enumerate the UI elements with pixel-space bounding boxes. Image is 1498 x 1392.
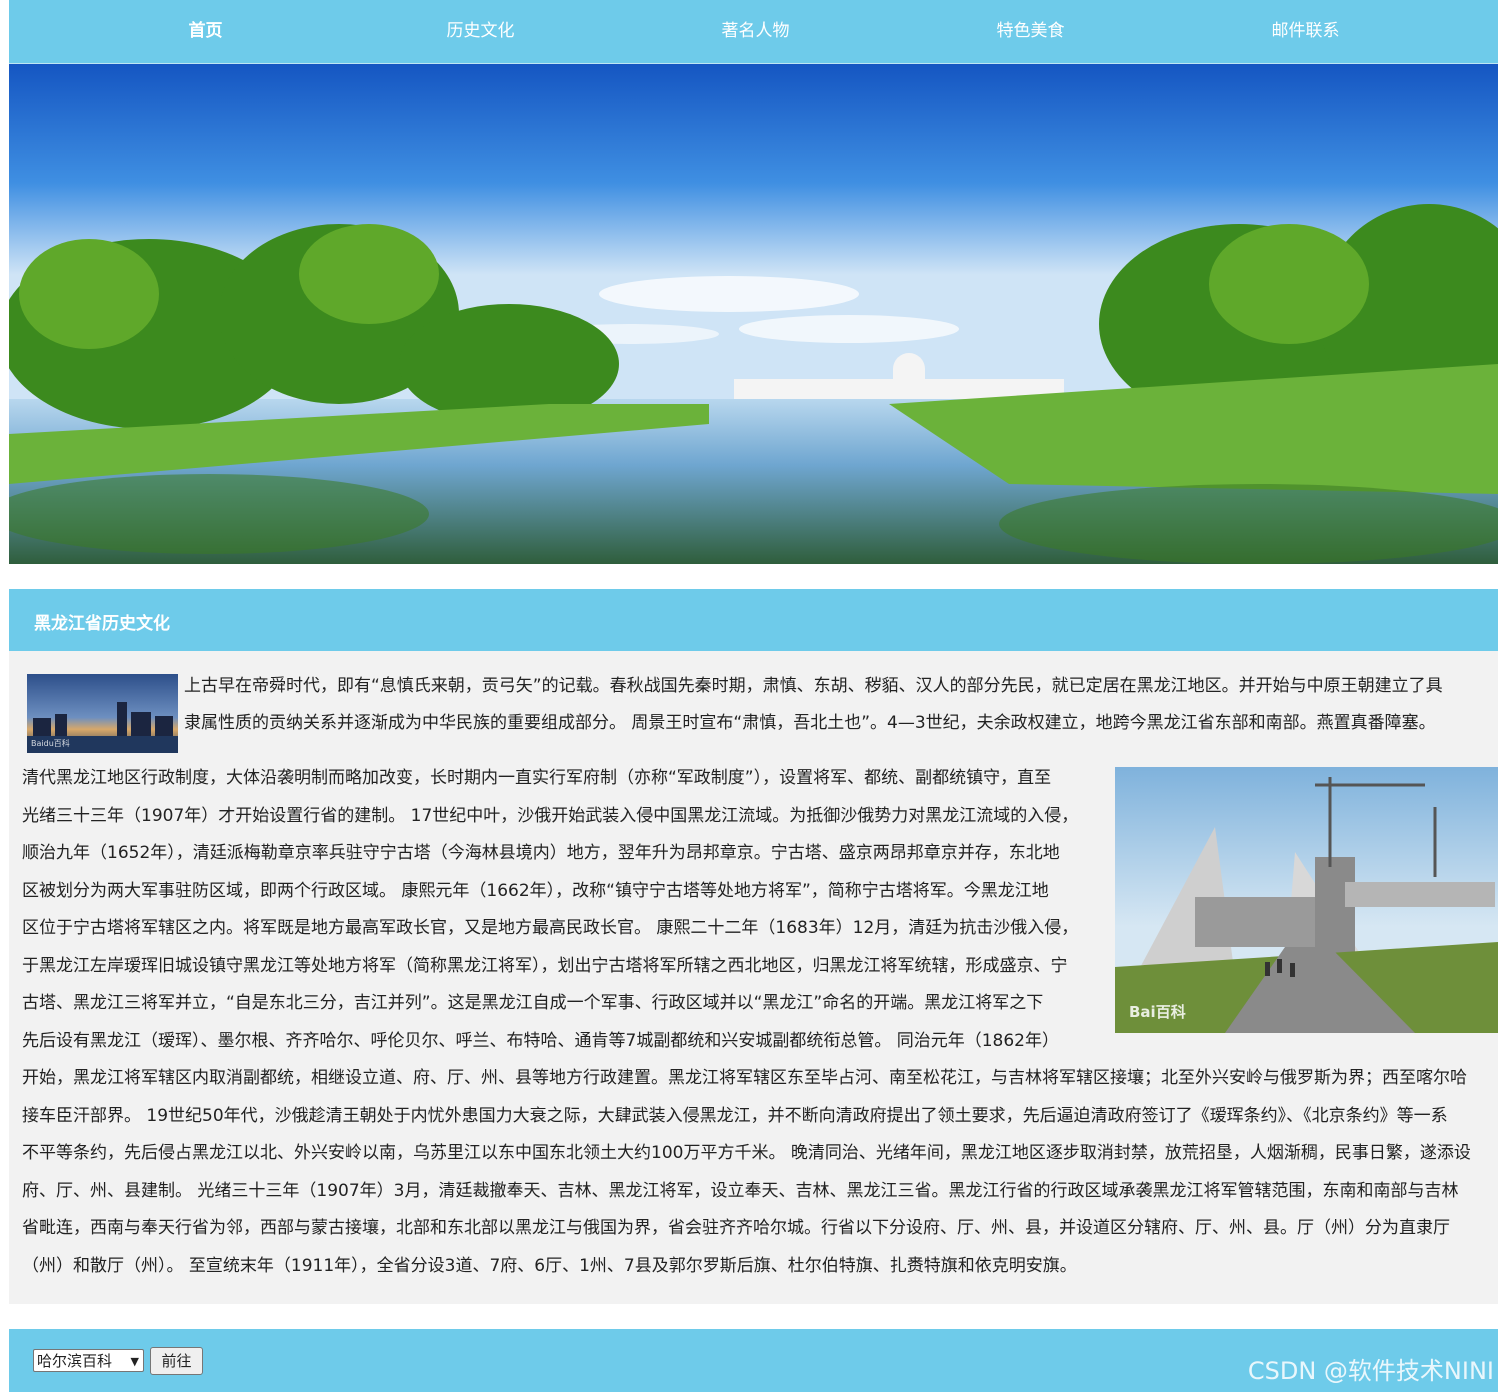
hero-landscape-illustration <box>9 64 1498 564</box>
paragraph-2-line-1: 清代黑龙江地区行政制度，大体沿袭明制而略加改变，长时期内一直实行军府制（亦称“军… <box>22 768 1052 788</box>
paragraph-2-line-7: 古塔、黑龙江三将军并立，“自是东北三分，吉江并列”。这是黑龙江自成一个军事、行政… <box>22 993 1044 1013</box>
gate-photo: Bai百科 <box>1115 767 1498 1033</box>
paragraph-1-line-1: 上古早在帝舜时代，即有“息慎氏来朝，贡弓矢”的记载。春秋战国先秦时期，肃慎、东胡… <box>184 676 1443 696</box>
content-area: Baidu百科 上古早在帝舜时代，即有“息慎氏来朝，贡弓矢”的记载。春秋战国先秦… <box>9 651 1498 1304</box>
paragraph-2-line-12: 府、厅、州、县建制。 光绪三十三年（1907年）3月，清廷裁撤奉天、吉林、黑龙江… <box>22 1181 1459 1201</box>
paragraph-2-line-6: 于黑龙江左岸瑷珲旧城设镇守黑龙江等处地方将军（简称黑龙江将军），划出宁古塔将军所… <box>22 956 1068 976</box>
chevron-down-icon: ▼ <box>130 1355 139 1368</box>
hero-banner-image <box>9 64 1498 564</box>
csdn-watermark: CSDN @软件技术NINI <box>1247 1357 1494 1385</box>
paragraph-2-line-4: 区被划分为两大军事驻防区域，即两个行政区域。 康熙元年（1662年），改称“镇守… <box>22 881 1049 901</box>
paragraph-1-line-2: 隶属性质的贡纳关系并逐渐成为中华民族的重要组成部分。 周景王时宣布“肃慎，吾北土… <box>184 713 1436 733</box>
section-header: 黑龙江省历史文化 <box>9 589 1498 651</box>
paragraph-2-line-13: 省毗连，西南与奉天行省为邻，西部与蒙古接壤，北部和东北部以黑龙江与俄国为界，省会… <box>22 1218 1450 1238</box>
nav-local-food[interactable]: 特色美食 <box>893 0 1168 63</box>
paragraph-2-line-3: 顺治九年（1652年），清廷派梅勒章京率兵驻守宁古塔（今海林县境内）地方，翌年升… <box>22 843 1060 863</box>
paragraph-2-line-8: 先后设有黑龙江（瑷珲）、墨尔根、齐齐哈尔、呼伦贝尔、呼兰、布特哈、通肯等7城副都… <box>22 1031 1059 1051</box>
paragraph-2-line-9: 开始，黑龙江将军辖区内取消副都统，相继设立道、府、厅、州、县等地方行政建置。黑龙… <box>22 1068 1467 1088</box>
paragraph-2-line-2: 光绪三十三年（1907年）才开始设置行省的建制。 17世纪中叶，沙俄开始武装入侵… <box>22 806 1079 826</box>
footer-bar: 哈尔滨百科 ▼ 前往 CSDN @软件技术NINI <box>9 1329 1498 1392</box>
go-button[interactable]: 前往 <box>150 1347 203 1375</box>
section-title: 黑龙江省历史文化 <box>34 614 170 634</box>
city-night-thumbnail: Baidu百科 <box>27 674 178 753</box>
paragraph-2-line-10: 接车臣汗部界。 19世纪50年代，沙俄趁清王朝处于内忧外患国力大衰之际，大肆武装… <box>22 1106 1448 1126</box>
photo-watermark: Bai百科 <box>1129 1003 1186 1021</box>
paragraph-2-line-5: 区位于宁古塔将军辖区之内。将军既是地方最高军政长官，又是地方最高民政长官。 康熙… <box>22 918 1079 938</box>
nav-history-culture[interactable]: 历史文化 <box>343 0 618 63</box>
top-nav: 首页 历史文化 著名人物 特色美食 邮件联系 <box>9 0 1498 64</box>
gate-photo-illustration <box>1115 767 1498 1033</box>
thumbnail-watermark: Baidu百科 <box>31 739 70 748</box>
nav-home[interactable]: 首页 <box>68 0 343 63</box>
nav-email-contact[interactable]: 邮件联系 <box>1168 0 1443 63</box>
nav-famous-people[interactable]: 著名人物 <box>618 0 893 63</box>
paragraph-2-line-14: （州）和散厅（州）。 至宣统末年（1911年），全省分设3道、7府、6厅、1州、… <box>22 1256 1077 1276</box>
paragraph-2-line-11: 不平等条约，先后侵占黑龙江以北、外兴安岭以南，乌苏里江以东中国东北领土大约100… <box>22 1143 1471 1163</box>
site-select-value: 哈尔滨百科 <box>37 1352 113 1370</box>
site-select-dropdown[interactable]: 哈尔滨百科 ▼ <box>33 1349 144 1372</box>
